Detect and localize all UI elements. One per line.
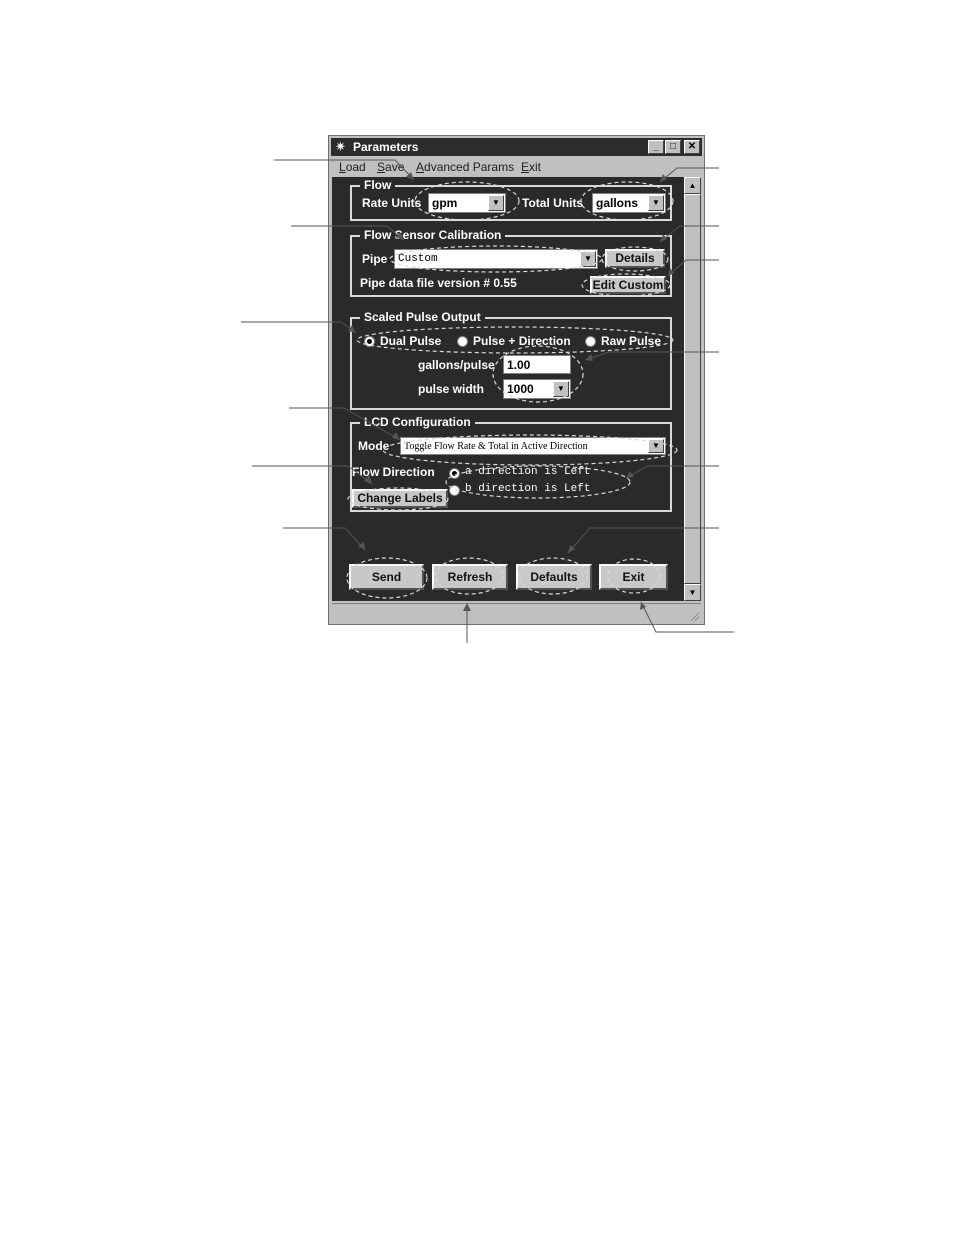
exit-button[interactable]: Exit bbox=[599, 564, 668, 590]
dual-pulse-label[interactable]: Dual Pulse bbox=[380, 333, 441, 349]
pipe-value: Custom bbox=[398, 253, 438, 265]
dual-pulse-radio[interactable] bbox=[364, 336, 375, 347]
client-area: Flow Rate Units gpm ▼ Total Units gallon… bbox=[332, 177, 684, 601]
raw-pulse-label[interactable]: Raw Pulse bbox=[601, 333, 661, 349]
menu-load[interactable]: Load bbox=[339, 160, 366, 174]
mode-select[interactable]: Toggle Flow Rate & Total in Active Direc… bbox=[400, 437, 666, 455]
send-button[interactable]: Send bbox=[349, 564, 424, 590]
mode-label: Mode bbox=[358, 439, 390, 453]
menu-save[interactable]: Save bbox=[377, 160, 404, 174]
status-bar bbox=[332, 603, 701, 623]
star-burst-icon: ✷ bbox=[335, 139, 346, 154]
chevron-down-icon[interactable]: ▼ bbox=[580, 251, 596, 267]
pulse-direction-label[interactable]: Pulse + Direction bbox=[473, 333, 571, 349]
pulse-output-group: Scaled Pulse Output Dual Pulse Pulse + D… bbox=[350, 309, 672, 410]
details-button[interactable]: Details bbox=[605, 249, 665, 268]
lcd-legend: LCD Configuration bbox=[360, 414, 475, 430]
window-title: Parameters bbox=[353, 140, 419, 154]
flow-group: Flow Rate Units gpm ▼ Total Units gallon… bbox=[350, 177, 672, 221]
raw-pulse-radio[interactable] bbox=[585, 336, 596, 347]
edit-custom-button[interactable]: Edit Custom bbox=[590, 276, 666, 294]
b-direction-label[interactable]: b direction is Left bbox=[465, 481, 590, 497]
pulse-width-label: pulse width bbox=[418, 382, 484, 396]
a-direction-label[interactable]: a direction is Left bbox=[465, 464, 590, 480]
rate-units-value: gpm bbox=[432, 196, 458, 210]
title-bar: ✷ Parameters _ □ ✕ bbox=[331, 138, 702, 156]
scroll-down-icon[interactable]: ▼ bbox=[684, 584, 701, 601]
b-direction-radio[interactable] bbox=[449, 485, 460, 496]
maximize-button[interactable]: □ bbox=[665, 140, 681, 154]
menu-exit[interactable]: Exit bbox=[521, 160, 541, 174]
chevron-down-icon[interactable]: ▼ bbox=[553, 381, 569, 397]
total-units-label: Total Units bbox=[522, 196, 584, 210]
pulse-width-value: 1000 bbox=[507, 382, 534, 396]
total-units-value: gallons bbox=[596, 196, 639, 210]
menu-bar: Load Save Advanced Params Exit bbox=[331, 158, 702, 176]
pipe-label: Pipe bbox=[362, 252, 388, 266]
pulse-direction-radio[interactable] bbox=[457, 336, 468, 347]
chevron-down-icon[interactable]: ▼ bbox=[488, 195, 504, 211]
gallons-per-pulse-label: gallons/pulse bbox=[418, 358, 495, 372]
refresh-button[interactable]: Refresh bbox=[432, 564, 508, 590]
pipe-version-text: Pipe data file version # 0.55 bbox=[360, 276, 517, 290]
change-labels-button[interactable]: Change Labels bbox=[352, 489, 448, 508]
calibration-legend: Flow Sensor Calibration bbox=[360, 227, 506, 243]
close-button[interactable]: ✕ bbox=[684, 140, 700, 154]
resize-grip-icon[interactable] bbox=[689, 611, 699, 621]
rate-units-label: Rate Units bbox=[362, 196, 422, 210]
pulse-width-select[interactable]: 1000 ▼ bbox=[503, 379, 571, 399]
chevron-down-icon[interactable]: ▼ bbox=[648, 439, 664, 453]
pulse-legend: Scaled Pulse Output bbox=[360, 309, 485, 325]
menu-advanced-params[interactable]: Advanced Params bbox=[416, 160, 514, 174]
gallons-per-pulse-input[interactable]: 1.00 bbox=[503, 355, 571, 374]
chevron-down-icon[interactable]: ▼ bbox=[648, 195, 664, 211]
flow-direction-label: Flow Direction bbox=[352, 465, 435, 479]
flow-legend: Flow bbox=[360, 177, 396, 193]
a-direction-radio[interactable] bbox=[449, 468, 460, 479]
mode-value: Toggle Flow Rate & Total in Active Direc… bbox=[404, 441, 588, 452]
gallons-per-pulse-value: 1.00 bbox=[507, 358, 531, 372]
rate-units-select[interactable]: gpm ▼ bbox=[428, 193, 506, 213]
lcd-group: LCD Configuration Mode Toggle Flow Rate … bbox=[350, 414, 672, 512]
defaults-button[interactable]: Defaults bbox=[516, 564, 592, 590]
calibration-group: Flow Sensor Calibration Pipe Custom ▼ De… bbox=[350, 227, 672, 297]
minimize-button[interactable]: _ bbox=[648, 140, 664, 154]
vertical-scrollbar[interactable]: ▲ ▼ bbox=[684, 177, 701, 601]
parameters-window: ✷ Parameters _ □ ✕ Load Save Advanced Pa… bbox=[328, 135, 705, 625]
scroll-thumb[interactable] bbox=[684, 194, 701, 584]
pipe-select[interactable]: Custom ▼ bbox=[394, 249, 598, 269]
total-units-select[interactable]: gallons ▼ bbox=[592, 193, 666, 213]
scroll-up-icon[interactable]: ▲ bbox=[684, 177, 701, 194]
